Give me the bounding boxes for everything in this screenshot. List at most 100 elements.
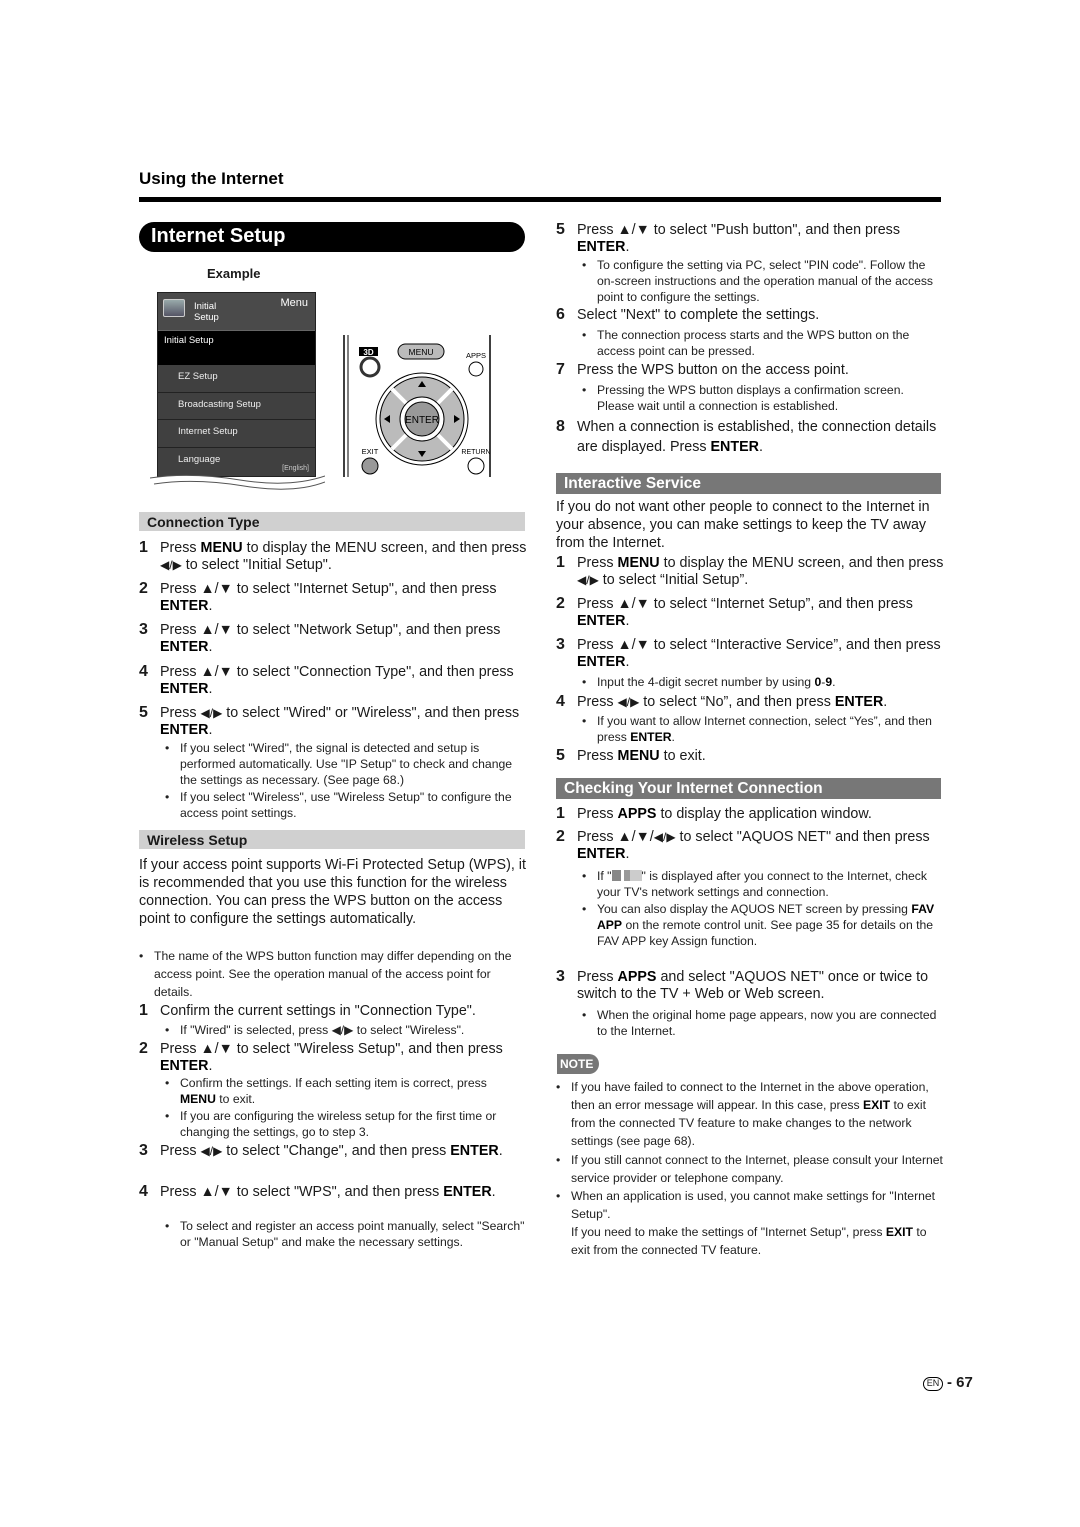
text: If you are configuring the wireless setu… [180, 1109, 497, 1139]
interactive-intro: If you do not want other people to conne… [556, 499, 930, 551]
bullet: • When the original home page appears, no… [582, 1007, 942, 1039]
step: 6 Select "Next" to complete the settings. [556, 306, 946, 324]
tv-menu-illustration: Initial Setup Menu Initial Setup EZ Setup… [157, 292, 316, 477]
text: Confirm the current settings in "Connect… [160, 1003, 476, 1019]
tv-menu-title-line2: Setup [194, 312, 219, 323]
text: Press MENU to exit. [577, 748, 706, 764]
tv-menu-item: Internet Setup [158, 420, 315, 448]
3d-button [359, 356, 381, 378]
text: You can also display the AQUOS NET scree… [597, 902, 935, 948]
tv-menu-header: Initial Setup Menu [158, 293, 315, 331]
text: When a connection is established, the co… [577, 419, 937, 455]
header-rule [139, 197, 941, 202]
step: 2 Press ▲/▼ to select "Internet Setup", a… [139, 580, 529, 614]
bullet: • The name of the WPS button function may… [139, 949, 512, 999]
tear-edge [150, 474, 325, 490]
step: 1 Press MENU to display the MENU screen, … [139, 539, 529, 573]
text: Press ▲/▼ to select "Network Setup", and… [160, 622, 501, 655]
text: If " " is displayed after you connect to … [597, 869, 927, 899]
bullet: • If you select "Wireless", use "Wireless… [165, 789, 525, 821]
text: Press ◀/▶ to select "Change", and then p… [160, 1143, 503, 1159]
text: Pressing the WPS button displays a confi… [597, 383, 904, 413]
text: If you still cannot connect to the Inter… [571, 1153, 943, 1185]
text: Press ▲/▼/◀/▶ to select "AQUOS NET" and … [577, 829, 930, 862]
return-button [467, 457, 485, 475]
text: Press ▲/▼ to select "Wireless Setup", an… [160, 1041, 503, 1074]
3d-label: 3D [363, 348, 373, 357]
wireless-intro: If your access point supports Wi-Fi Prot… [139, 857, 526, 927]
text: To select and register an access point m… [180, 1219, 525, 1249]
text: Press MENU to display the MENU screen, a… [577, 555, 944, 588]
bullet: • If "Wired" is selected, press ◀/▶ to se… [165, 1022, 525, 1038]
bullet: • If you select "Wired", the signal is de… [165, 740, 525, 788]
step: 1 Press APPS to display the application w… [556, 805, 946, 823]
enter-label: ENTER [405, 415, 439, 426]
text: Press APPS and select "AQUOS NET" once o… [577, 969, 929, 1002]
return-label: RETURN [461, 449, 490, 456]
text: If you select "Wired", the signal is det… [180, 741, 513, 787]
apps-button [468, 361, 484, 377]
bullet: • If " " is displayed after you connect to… [582, 868, 942, 900]
note-bullet: • If you still cannot connect to the Inte… [556, 1151, 946, 1187]
bullet: • The connection process starts and the W… [582, 327, 942, 359]
tv-menu-title-line1: Initial [194, 301, 217, 312]
step: 4 Press ▲/▼ to select "WPS", and then pre… [139, 1183, 529, 1201]
step: 3 Press ◀/▶ to select "Change", and then … [139, 1142, 529, 1160]
bullet: • Confirm the settings. If each setting i… [165, 1075, 525, 1107]
language-badge: EN [923, 1377, 943, 1391]
bullet: • Pressing the WPS button displays a conf… [582, 382, 942, 414]
tv-menu-label: Menu [280, 297, 308, 309]
text: Press ▲/▼ to select "Connection Type", a… [160, 664, 514, 697]
text: To configure the setting via PC, select … [597, 258, 934, 304]
tv-menu-item: EZ Setup [158, 365, 315, 393]
network-disconnected-icon [611, 870, 642, 881]
step: 4 Press ▲/▼ to select "Connection Type", … [139, 663, 529, 697]
text: When an application is used, you cannot … [571, 1189, 936, 1257]
text: Press the WPS button on the access point… [577, 362, 849, 378]
page-number: EN - 67 [923, 1374, 973, 1391]
text: The connection process starts and the WP… [597, 328, 910, 358]
step: 3 Press APPS and select "AQUOS NET" once … [556, 968, 946, 1002]
step: 2 Press ▲/▼ to select “Internet Setup”, a… [556, 595, 946, 629]
step: 5 Press ▲/▼ to select "Push button", and … [556, 221, 946, 255]
tv-menu-selected: Initial Setup [158, 331, 315, 365]
step: 5 Press MENU to exit. [556, 747, 946, 765]
step: 8 When a connection is established, the c… [556, 417, 946, 457]
step: 2 Press ▲/▼ to select "Wireless Setup", a… [139, 1040, 529, 1074]
page-title: Internet Setup [139, 222, 525, 252]
text: If you have failed to connect to the Int… [571, 1080, 929, 1148]
text: Press ▲/▼ to select "Push button", and t… [577, 222, 900, 255]
bullet: • To select and register an access point … [165, 1219, 525, 1249]
tv-menu-item: Broadcasting Setup [158, 393, 315, 420]
checking-connection-header: Checking Your Internet Connection [556, 778, 941, 799]
text: Press ◀/▶ to select “No”, and then press… [577, 694, 888, 710]
text: Confirm the settings. If each setting it… [180, 1076, 487, 1106]
text: Press APPS to display the application wi… [577, 806, 872, 822]
bullet: • If you want to allow Internet connectio… [582, 713, 942, 745]
section-title: Using the Internet [139, 169, 284, 188]
step: 2 Press ▲/▼/◀/▶ to select "AQUOS NET" and… [556, 828, 946, 862]
tv-icon [163, 299, 185, 317]
connection-type-header: Connection Type [139, 512, 525, 531]
step: 3 Press ▲/▼ to select “Interactive Servic… [556, 636, 946, 670]
bullet: • Input the 4-digit secret number by usin… [582, 674, 942, 690]
note-bullet: • When an application is used, you cannot… [556, 1187, 946, 1259]
step: 5 Press ◀/▶ to select "Wired" or "Wireles… [139, 704, 529, 738]
text: Press ▲/▼ to select "Internet Setup", an… [160, 581, 497, 614]
text: If "Wired" is selected, press ◀/▶ to sel… [180, 1023, 465, 1037]
note-badge: NOTE [557, 1054, 599, 1074]
remote-illustration: 3D MENU APPS ENTER EXIT RETURN [343, 335, 491, 477]
wireless-setup-header: Wireless Setup [139, 830, 525, 849]
step: 1 Press MENU to display the MENU screen, … [556, 554, 946, 588]
text: Press ◀/▶ to select "Wired" or "Wireless… [160, 705, 520, 738]
step: 4 Press ◀/▶ to select “No”, and then pres… [556, 693, 946, 711]
step: 1 Confirm the current settings in "Connec… [139, 1002, 529, 1020]
bullet: • You can also display the AQUOS NET scre… [582, 901, 942, 949]
text: Select "Next" to complete the settings. [577, 307, 820, 323]
text: If you want to allow Internet connection… [597, 714, 932, 744]
step: 7 Press the WPS button on the access poin… [556, 361, 946, 379]
menu-label: MENU [408, 347, 433, 357]
text: If you select "Wireless", use "Wireless … [180, 790, 512, 820]
note-bullet: • If you have failed to connect to the In… [556, 1078, 946, 1150]
interactive-service-header: Interactive Service [556, 473, 941, 494]
